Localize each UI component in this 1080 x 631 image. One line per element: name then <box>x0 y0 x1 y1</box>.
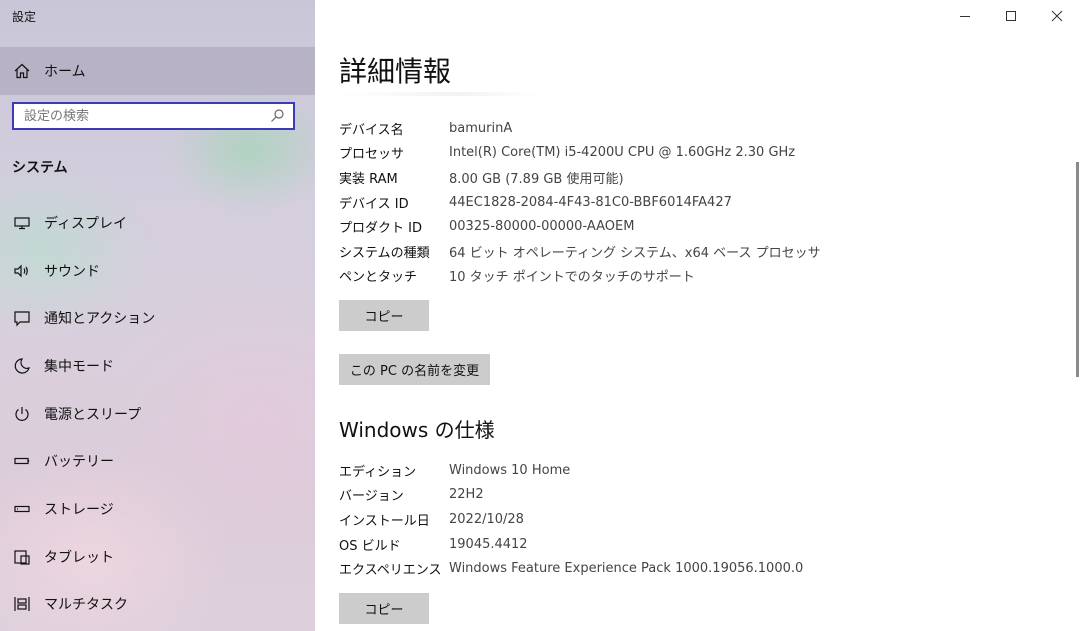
app-title: 設定 <box>12 10 37 24</box>
spec-key: システムの種類 <box>339 245 430 261</box>
spec-key: デバイス ID <box>339 196 409 212</box>
maximize-icon <box>1006 11 1016 21</box>
sidebar-item-power-sleep[interactable]: 電源とスリープ <box>0 390 315 438</box>
spec-key: プロダクト ID <box>339 221 422 237</box>
sidebar-item-storage[interactable]: ストレージ <box>0 485 315 533</box>
copy-button[interactable]: コピー <box>339 300 429 331</box>
close-icon <box>1051 10 1063 22</box>
spec-value: 19045.4412 <box>449 536 528 552</box>
device-specs-table: デバイス名 bamurinA プロセッサ Intel(R) Core(TM) i… <box>339 116 959 288</box>
sidebar-nav: ディスプレイ サウンド 通知とアクション 集中モード 電源とスリープ バッテリー… <box>0 199 315 628</box>
sidebar-item-label: タブレット <box>44 549 114 566</box>
spec-key: 実装 RAM <box>339 171 398 187</box>
sidebar-item-sound[interactable]: サウンド <box>0 247 315 295</box>
spec-row: デバイス名 bamurinA <box>339 116 959 141</box>
spec-key: デバイス名 <box>339 122 404 138</box>
windows-specs-table: エディション Windows 10 Home バージョン 22H2 インストール… <box>339 458 959 581</box>
spec-value: 22H2 <box>449 487 484 503</box>
sidebar-item-label: マルチタスク <box>44 597 128 614</box>
sidebar-item-tablet[interactable]: タブレット <box>0 533 315 581</box>
sidebar-item-label: バッテリー <box>44 454 114 471</box>
spec-key: プロセッサ <box>339 147 405 163</box>
spec-row: システムの種類 64 ビット オペレーティング システム、x64 ベース プロセ… <box>339 239 959 264</box>
search-box[interactable] <box>12 102 295 130</box>
spec-key: エディション <box>339 464 417 480</box>
tablet-icon <box>12 547 32 567</box>
maximize-button[interactable] <box>988 0 1034 32</box>
spec-value: Windows 10 Home <box>449 462 571 478</box>
scrollbar[interactable] <box>1076 162 1079 377</box>
sidebar-item-label: ディスプレイ <box>44 215 128 232</box>
scroll-fade <box>339 92 539 96</box>
section-title: システム <box>12 160 68 176</box>
spec-value: 00325-80000-00000-AAOEM <box>449 219 635 235</box>
speaker-icon <box>12 261 32 281</box>
minimize-button[interactable] <box>942 0 988 32</box>
sidebar-item-label: ストレージ <box>44 501 114 518</box>
sidebar-item-label: 通知とアクション <box>44 311 156 328</box>
spec-row: OS ビルド 19045.4412 <box>339 532 959 557</box>
spec-key: エクスペリエンス <box>339 563 442 579</box>
sidebar-item-multitasking[interactable]: マルチタスク <box>0 581 315 629</box>
copy-windows-spec-button[interactable]: コピー <box>339 593 429 624</box>
battery-icon <box>12 451 32 471</box>
spec-key: ペンとタッチ <box>339 270 418 286</box>
spec-value: 2022/10/28 <box>449 511 524 527</box>
storage-icon <box>12 499 32 519</box>
spec-value: Windows Feature Experience Pack 1000.190… <box>449 561 804 577</box>
spec-value: 44EC1828-2084-4F43-81C0-BBF6014FA427 <box>449 194 732 210</box>
notification-icon <box>12 308 32 328</box>
minimize-icon <box>960 16 970 17</box>
spec-row: プロセッサ Intel(R) Core(TM) i5-4200U CPU @ 1… <box>339 141 959 166</box>
sidebar-item-notifications[interactable]: 通知とアクション <box>0 294 315 342</box>
spec-value: bamurinA <box>449 120 513 136</box>
sidebar-item-label: 集中モード <box>44 358 114 375</box>
spec-value: 8.00 GB (7.89 GB 使用可能) <box>449 171 624 187</box>
spec-value: 10 タッチ ポイントでのタッチのサポート <box>449 270 695 286</box>
sidebar-item-home[interactable]: ホーム <box>0 47 315 95</box>
spec-value: Intel(R) Core(TM) i5-4200U CPU @ 1.60GHz… <box>449 145 796 161</box>
search-icon[interactable] <box>269 108 285 124</box>
spec-row: バージョン 22H2 <box>339 483 959 508</box>
moon-icon <box>12 356 32 376</box>
spec-key: OS ビルド <box>339 538 401 554</box>
spec-row: ペンとタッチ 10 タッチ ポイントでのタッチのサポート <box>339 264 959 289</box>
sidebar-item-focus-assist[interactable]: 集中モード <box>0 342 315 390</box>
main-content: 詳細情報 デバイス名 bamurinA プロセッサ Intel(R) Core(… <box>315 0 1080 631</box>
power-icon <box>12 404 32 424</box>
sidebar-item-battery[interactable]: バッテリー <box>0 437 315 485</box>
spec-row: エディション Windows 10 Home <box>339 458 959 483</box>
spec-key: バージョン <box>339 489 404 505</box>
rename-pc-button[interactable]: この PC の名前を変更 <box>339 354 490 385</box>
spec-value: 64 ビット オペレーティング システム、x64 ベース プロセッサ <box>449 245 821 261</box>
spec-row: デバイス ID 44EC1828-2084-4F43-81C0-BBF6014F… <box>339 190 959 215</box>
spec-key: インストール日 <box>339 513 430 529</box>
spec-row: エクスペリエンス Windows Feature Experience Pack… <box>339 556 959 581</box>
sidebar-item-label: ホーム <box>44 64 86 80</box>
search-input[interactable] <box>14 103 269 129</box>
display-icon <box>12 213 32 233</box>
home-icon <box>12 61 32 81</box>
close-button[interactable] <box>1034 0 1080 32</box>
multitasking-icon <box>12 594 32 614</box>
spec-row: プロダクト ID 00325-80000-00000-AAOEM <box>339 214 959 239</box>
spec-row: 実装 RAM 8.00 GB (7.89 GB 使用可能) <box>339 165 959 190</box>
spec-row: インストール日 2022/10/28 <box>339 507 959 532</box>
page-title: 詳細情報 <box>339 55 452 88</box>
window-controls <box>942 0 1080 32</box>
sidebar-item-display[interactable]: ディスプレイ <box>0 199 315 247</box>
sidebar-item-label: サウンド <box>44 263 100 280</box>
sidebar-item-label: 電源とスリープ <box>44 406 142 423</box>
windows-spec-title: Windows の仕様 <box>339 418 495 442</box>
sidebar: 設定 ホーム システム ディスプレイ <box>0 0 315 631</box>
